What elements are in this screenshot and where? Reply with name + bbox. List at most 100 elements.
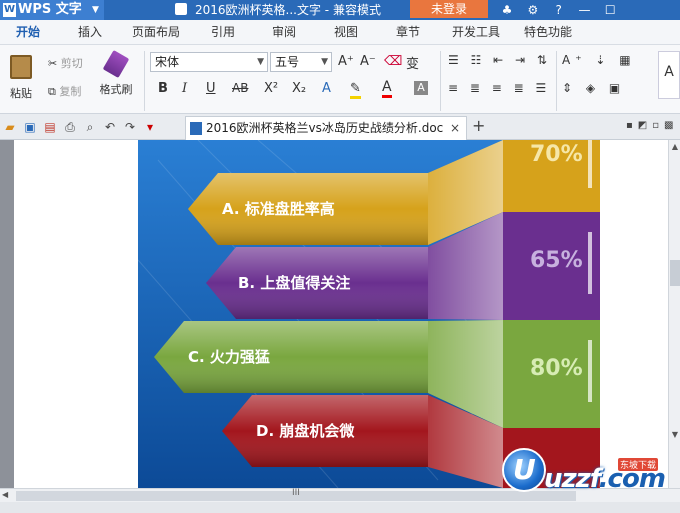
- font-size-value: 五号: [275, 55, 300, 69]
- wps-logo-icon: W: [3, 3, 16, 17]
- open-folder-icon[interactable]: ▰: [0, 118, 20, 136]
- tab-home[interactable]: 开始: [16, 20, 40, 45]
- grow-font-button[interactable]: A⁺: [338, 54, 354, 69]
- tab-references[interactable]: 引用: [211, 20, 235, 45]
- copy-button[interactable]: ⧉ 复制: [48, 83, 81, 99]
- tab-page-layout[interactable]: 页面布局: [132, 20, 180, 45]
- percent-indicator-2: [588, 340, 592, 402]
- infographic-image: [138, 140, 600, 488]
- item-percent-b: 65%: [530, 248, 583, 273]
- tab-special-features[interactable]: 特色功能: [524, 20, 572, 45]
- item-percent-a: 70%: [530, 142, 583, 167]
- font-color-button[interactable]: A: [382, 79, 392, 98]
- pdf-icon[interactable]: ▤: [40, 118, 60, 136]
- phonetic-button[interactable]: 变: [406, 53, 419, 72]
- italic-button[interactable]: I: [182, 81, 187, 96]
- scissors-icon: ✂: [48, 57, 58, 70]
- clear-format-icon[interactable]: ⌫: [384, 54, 402, 69]
- maximize-icon[interactable]: ☐: [599, 0, 621, 20]
- list-buttons[interactable]: ☰ ☷ ⇤ ⇥ ⇅: [448, 53, 551, 67]
- chevron-down-icon: ▼: [257, 57, 264, 67]
- item-percent-c: 80%: [530, 356, 583, 381]
- uzzf-watermark: U uzzf.com 东坡下载: [500, 446, 672, 496]
- watermark-cn-label: 东坡下载: [618, 458, 659, 471]
- login-button[interactable]: 未登录: [410, 0, 488, 18]
- tab-view[interactable]: 视图: [334, 20, 358, 45]
- brush-icon: [102, 49, 130, 79]
- word-doc-icon: [190, 122, 202, 135]
- format-painter-label: 格式刷: [99, 83, 133, 96]
- save-icon[interactable]: ▣: [20, 118, 40, 136]
- subscript-button[interactable]: X₂: [292, 81, 306, 96]
- copy-icon: ⧉: [48, 85, 56, 98]
- percent-indicator-0: [588, 140, 592, 188]
- minimize-icon[interactable]: —: [573, 0, 595, 20]
- status-bar: [0, 502, 680, 513]
- chevron-down-icon: ▼: [92, 5, 99, 15]
- window-title: 2016欧洲杯英格...文字 - 兼容模式: [175, 0, 381, 20]
- document-area: A. 标准盘胜率高 B. 上盘值得关注 C. 火力强猛 D. 崩盘机会微 70%…: [0, 140, 680, 488]
- scrollbar-thumb[interactable]: [670, 260, 680, 286]
- scroll-left-icon[interactable]: ◀: [2, 490, 8, 499]
- quick-access-toolbar: ▰ ▣ ▤ ⎙ ⌕ ↶ ↷ ▾: [0, 118, 160, 136]
- print-icon[interactable]: ⎙: [60, 118, 80, 136]
- tab-developer[interactable]: 开发工具: [452, 20, 500, 45]
- divider: [440, 51, 441, 111]
- app-menu-button[interactable]: W WPS 文字 ▼: [0, 0, 104, 20]
- copy-label: 复制: [59, 85, 82, 98]
- item-label-d: D. 崩盘机会微: [256, 422, 355, 440]
- sort-buttons[interactable]: A⁺ ⇣ ▦: [562, 53, 636, 67]
- tab-review[interactable]: 审阅: [272, 20, 296, 45]
- divider: [556, 51, 557, 111]
- underline-button[interactable]: U: [206, 81, 216, 96]
- font-name-select[interactable]: 宋体 ▼: [150, 52, 268, 72]
- cut-button[interactable]: ✂ 剪切: [48, 55, 83, 71]
- scroll-up-icon[interactable]: ▲: [669, 142, 680, 151]
- tab-insert[interactable]: 插入: [78, 20, 102, 45]
- document-icon: [175, 3, 187, 15]
- strikethrough-button[interactable]: AB: [232, 81, 248, 95]
- document-tab[interactable]: 2016欧洲杯英格兰vs冰岛历史战绩分析.doc ×: [185, 116, 467, 140]
- shrink-font-button[interactable]: A⁻: [360, 54, 376, 69]
- close-icon[interactable]: ×: [450, 117, 460, 139]
- align-buttons[interactable]: ≡ ≣ ≡ ≣ ☰: [448, 81, 550, 95]
- print-preview-icon[interactable]: ⌕: [80, 118, 100, 136]
- font-size-select[interactable]: 五号 ▼: [270, 52, 332, 72]
- undo-icon[interactable]: ↶: [100, 118, 120, 136]
- menu-bar: 开始 插入 页面布局 引用 审阅 视图 章节 开发工具 特色功能: [0, 20, 680, 45]
- skin-icon[interactable]: ♣: [496, 0, 518, 20]
- customize-icon[interactable]: ▾: [140, 118, 160, 136]
- cut-label: 剪切: [60, 57, 83, 70]
- help-icon[interactable]: ?: [548, 0, 570, 20]
- text-effect-icon[interactable]: A: [322, 81, 331, 96]
- bold-button[interactable]: B: [158, 81, 168, 96]
- uzzf-logo-icon: U: [502, 448, 546, 492]
- redo-icon[interactable]: ↷: [120, 118, 140, 136]
- tab-bar-icons[interactable]: ▪◩▫▩: [626, 120, 678, 131]
- divider: [144, 51, 145, 111]
- scroll-down-icon[interactable]: ▼: [669, 430, 680, 439]
- percent-indicator-1: [588, 232, 592, 294]
- window-title-text: 2016欧洲杯英格...文字 - 兼容模式: [195, 3, 381, 17]
- char-shading-icon[interactable]: A: [414, 81, 428, 95]
- highlight-icon[interactable]: ✎: [350, 81, 361, 99]
- settings-icon[interactable]: ⚙: [522, 0, 544, 20]
- scroll-grip: III: [292, 488, 300, 498]
- paste-button[interactable]: 粘贴: [4, 55, 38, 105]
- vertical-scrollbar[interactable]: ▲ ▼: [668, 140, 680, 488]
- new-tab-button[interactable]: +: [472, 116, 485, 135]
- item-label-c: C. 火力强猛: [188, 348, 270, 366]
- superscript-button[interactable]: X²: [264, 81, 278, 96]
- clipboard-icon: [10, 55, 32, 79]
- style-gallery[interactable]: A: [658, 51, 680, 99]
- title-bar: W WPS 文字 ▼ 2016欧洲杯英格...文字 - 兼容模式 未登录 ♣ ⚙…: [0, 0, 680, 20]
- format-painter-button[interactable]: 格式刷: [96, 49, 136, 97]
- item-label-a: A. 标准盘胜率高: [222, 200, 335, 218]
- ribbon-toolbar: 粘贴 ✂ 剪切 ⧉ 复制 格式刷 宋体 ▼ 五号 ▼ A⁺ A⁻ ⌫ 变 B I U…: [0, 45, 680, 114]
- paste-label: 粘贴: [10, 87, 32, 100]
- item-label-b: B. 上盘值得关注: [238, 274, 351, 292]
- window-controls: ♣ ⚙ ? — ☐: [496, 0, 621, 20]
- font-name-value: 宋体: [155, 55, 180, 69]
- shading-buttons[interactable]: ⇕ ◈ ▣: [562, 81, 625, 95]
- tab-sections[interactable]: 章节: [396, 20, 420, 45]
